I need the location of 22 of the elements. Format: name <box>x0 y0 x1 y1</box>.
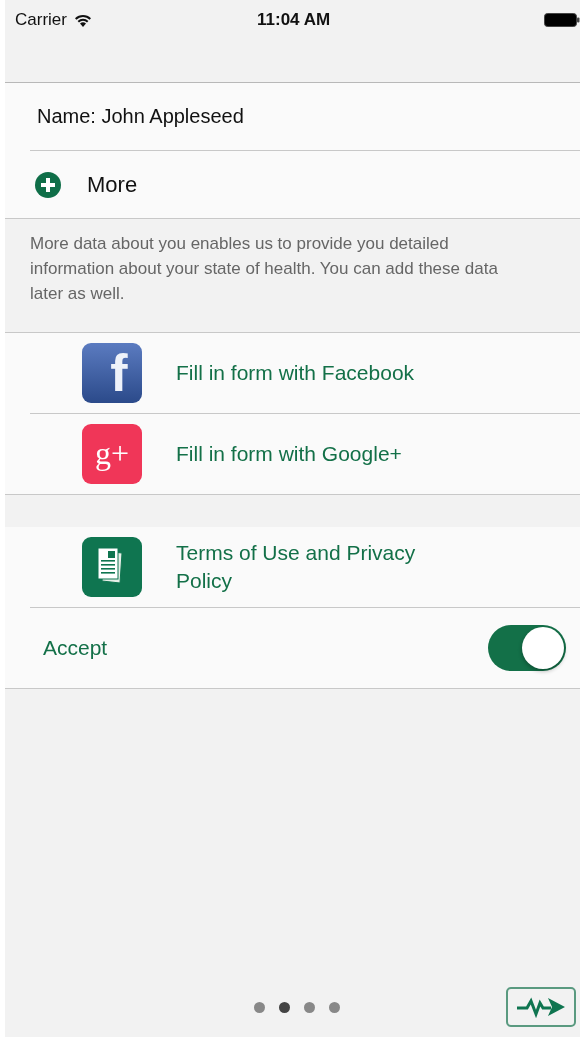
pulse-arrow-icon <box>515 995 567 1019</box>
document-icon <box>82 537 142 597</box>
accept-label: Accept <box>43 636 108 660</box>
google-plus-logo-icon: g+ <box>82 424 142 484</box>
accept-toggle[interactable] <box>488 625 566 671</box>
battery-icon <box>544 13 580 27</box>
carrier-label: Carrier <box>15 10 67 30</box>
info-text: More data about you enables us to provide you detailed information about your state of health. You can add these data later as well. <box>30 234 498 303</box>
page-indicator-dot[interactable] <box>304 1001 315 1013</box>
page-indicator-dot[interactable] <box>254 1001 265 1013</box>
terms-row[interactable]: Terms of Use and Privacy Policy <box>30 527 580 607</box>
plus-icon <box>35 171 61 198</box>
facebook-logo-icon: f <box>82 343 142 403</box>
page-indicator-dot[interactable] <box>279 1001 290 1013</box>
name-label: Name: John Appleseed <box>37 105 244 128</box>
page-indicator-dot[interactable] <box>329 1001 340 1013</box>
wifi-icon <box>73 13 92 27</box>
more-row[interactable]: More <box>30 151 580 218</box>
social-login-row[interactable]: g+ Fill in form with Google+ <box>30 413 580 494</box>
next-button[interactable] <box>506 987 576 1027</box>
social-login-row[interactable]: f Fill in form with Facebook <box>30 333 580 413</box>
status-time: 11:04 AM <box>257 10 331 30</box>
